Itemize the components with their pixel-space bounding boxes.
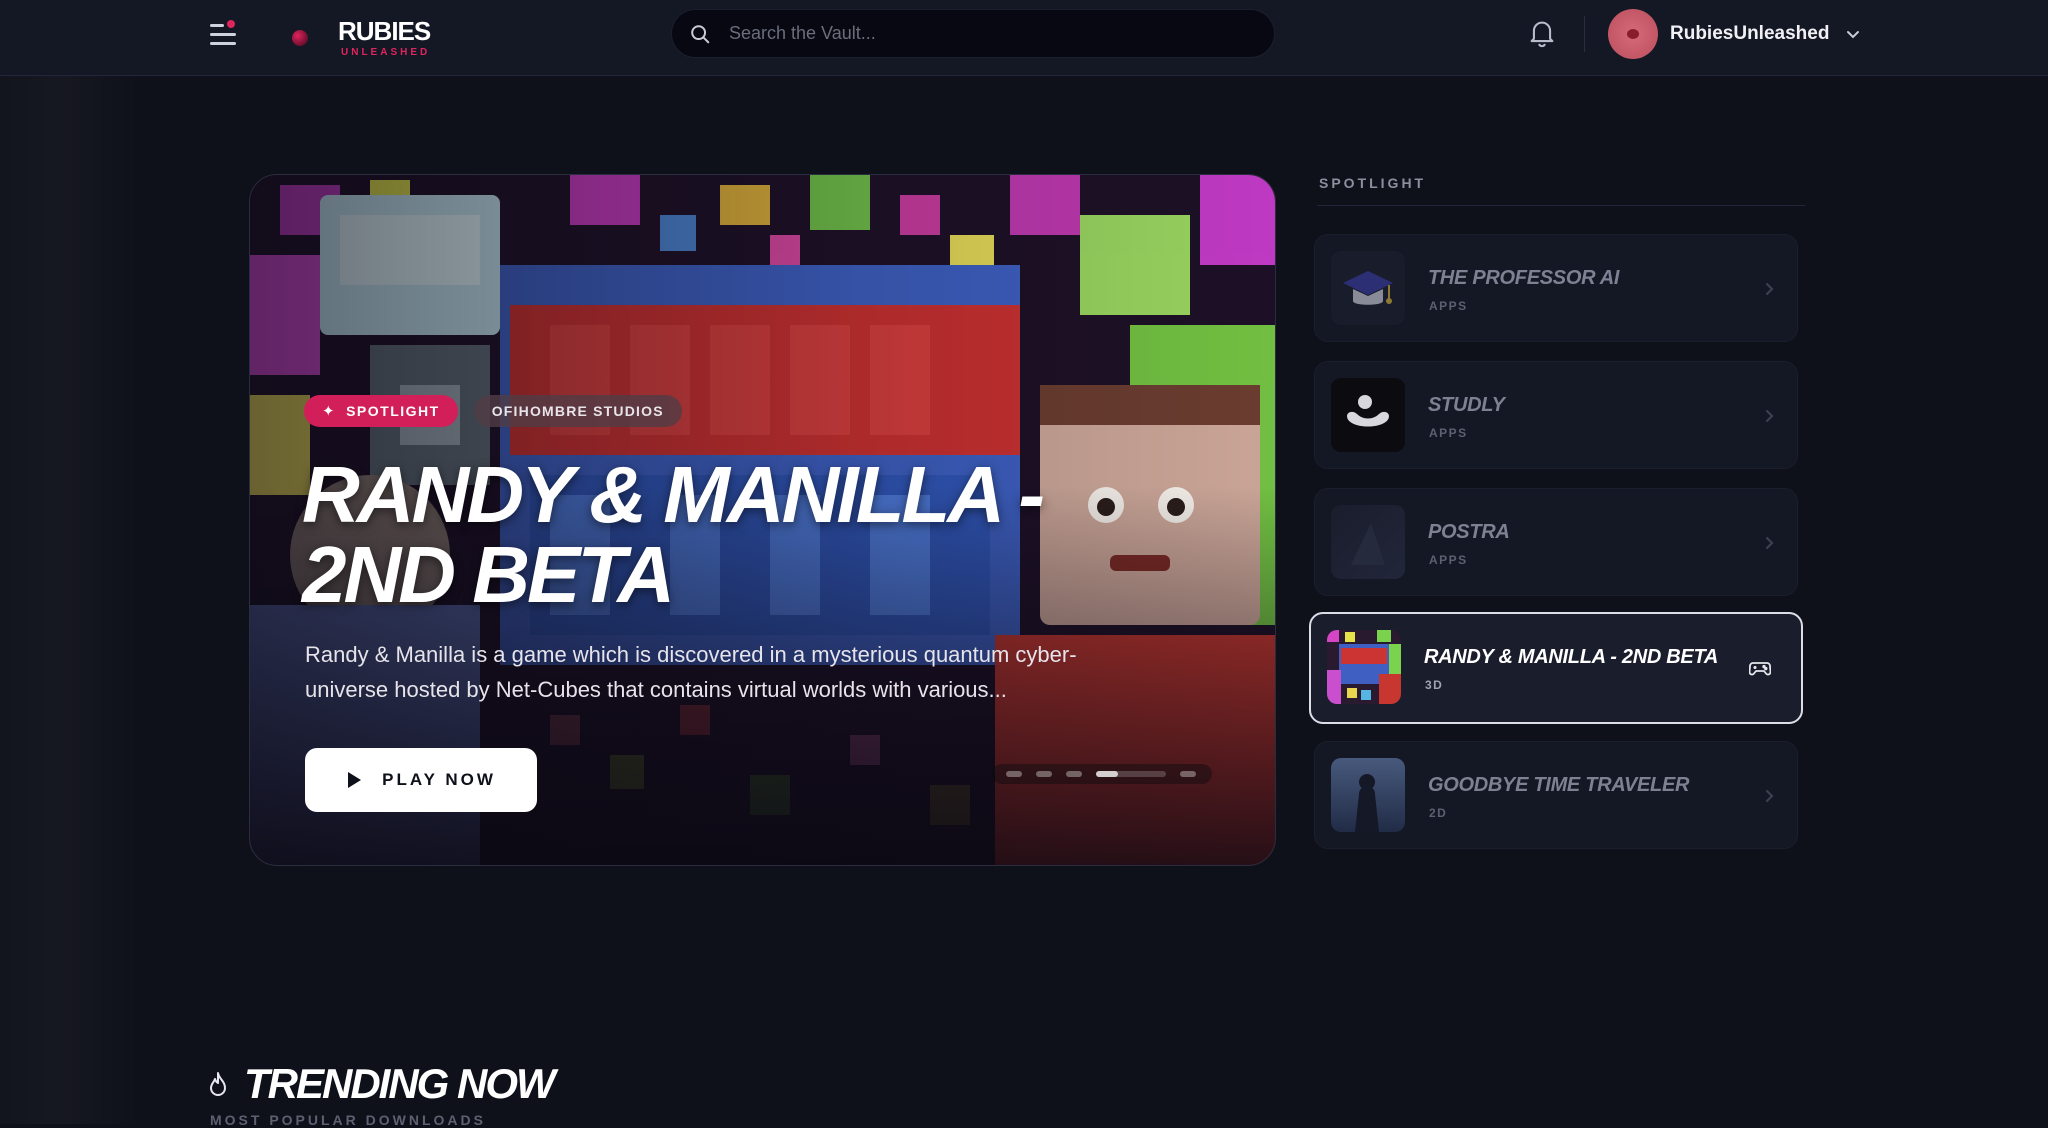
- item-title: GOODBYE TIME TRAVELER: [1428, 774, 1690, 796]
- hero-banner[interactable]: ✦ SPOTLIGHT OFIHOMBRE STUDIOS RANDY & MA…: [249, 174, 1276, 866]
- item-category: APPS: [1429, 299, 1468, 313]
- item-category: APPS: [1429, 553, 1468, 567]
- spotlight-item-professor-ai[interactable]: THE PROFESSOR AI APPS: [1314, 234, 1798, 342]
- gamepad-icon: [1749, 662, 1771, 676]
- search-input[interactable]: [729, 23, 1229, 44]
- randy-manilla-thumbnail: [1327, 630, 1401, 704]
- trending-title: TRENDING NOW: [244, 1060, 556, 1107]
- item-category: APPS: [1429, 426, 1468, 440]
- header-divider: [1584, 16, 1585, 52]
- user-menu[interactable]: RubiesUnleashed: [1608, 9, 1861, 59]
- item-title: POSTRA: [1428, 521, 1510, 543]
- carousel-indicators: [992, 764, 1212, 784]
- play-now-button[interactable]: PLAY NOW: [305, 748, 537, 812]
- item-title: RANDY & MANILLA - 2ND BETA: [1424, 646, 1719, 668]
- spotlight-item-randy-manilla[interactable]: RANDY & MANILLA - 2ND BETA 3D: [1309, 612, 1803, 724]
- trending-header: TRENDING NOW: [208, 1060, 556, 1108]
- search-icon: [691, 24, 710, 43]
- carousel-dot[interactable]: [1036, 771, 1052, 777]
- search-bar[interactable]: [671, 9, 1275, 58]
- spotlight-divider: [1317, 205, 1805, 206]
- spotlight-item-postra[interactable]: POSTRA APPS: [1314, 488, 1798, 596]
- item-category: 3D: [1425, 678, 1444, 692]
- chevron-right-icon: [1766, 283, 1774, 295]
- studio-badge[interactable]: OFIHOMBRE STUDIOS: [473, 395, 682, 427]
- carousel-dot[interactable]: [1066, 771, 1082, 777]
- avatar[interactable]: [1608, 9, 1658, 59]
- time-traveler-thumbnail: [1331, 758, 1405, 832]
- hero-badges: ✦ SPOTLIGHT OFIHOMBRE STUDIOS: [304, 395, 682, 427]
- logo-name: RUBIES: [338, 16, 431, 46]
- bell-icon[interactable]: [1528, 18, 1556, 48]
- flame-icon: [210, 1072, 226, 1096]
- graduation-cap-icon: [1331, 251, 1405, 325]
- chevron-right-icon: [1766, 537, 1774, 549]
- logo-tagline: UNLEASHED: [341, 47, 431, 58]
- spotlight-heading: SPOTLIGHT: [1319, 175, 1427, 191]
- studly-logo-icon: [1331, 378, 1405, 452]
- username[interactable]: RubiesUnleashed: [1670, 23, 1829, 45]
- carousel-dot[interactable]: [1180, 771, 1196, 777]
- sparkle-icon: ✦: [322, 403, 337, 420]
- top-bar: RUBIES UNLEASHED RubiesUnleashed: [0, 0, 2048, 76]
- ruby-logo-icon: [292, 30, 308, 46]
- chevron-right-icon: [1766, 410, 1774, 422]
- hero-title: RANDY & MANILLA - 2ND BETA: [302, 450, 1045, 619]
- postra-thumbnail: [1331, 505, 1405, 579]
- menu-icon[interactable]: [208, 20, 238, 50]
- play-icon: [348, 772, 362, 788]
- spotlight-badge: ✦ SPOTLIGHT: [304, 395, 458, 427]
- chevron-right-icon: [1766, 790, 1774, 802]
- hero-description: Randy & Manilla is a game which is disco…: [305, 642, 1077, 702]
- item-category: 2D: [1429, 806, 1448, 820]
- item-title: THE PROFESSOR AI: [1428, 267, 1620, 289]
- logo[interactable]: RUBIES UNLEASHED: [292, 16, 431, 60]
- item-title: STUDLY: [1428, 394, 1505, 416]
- trending-subtitle: MOST POPULAR DOWNLOADS: [210, 1112, 486, 1128]
- spotlight-item-goodbye-time-traveler[interactable]: GOODBYE TIME TRAVELER 2D: [1314, 741, 1798, 849]
- carousel-dot[interactable]: [1006, 771, 1022, 777]
- spotlight-item-studly[interactable]: STUDLY APPS: [1314, 361, 1798, 469]
- carousel-dot-active[interactable]: [1096, 771, 1166, 777]
- notification-dot: [227, 20, 235, 28]
- chevron-down-icon[interactable]: [1845, 26, 1861, 42]
